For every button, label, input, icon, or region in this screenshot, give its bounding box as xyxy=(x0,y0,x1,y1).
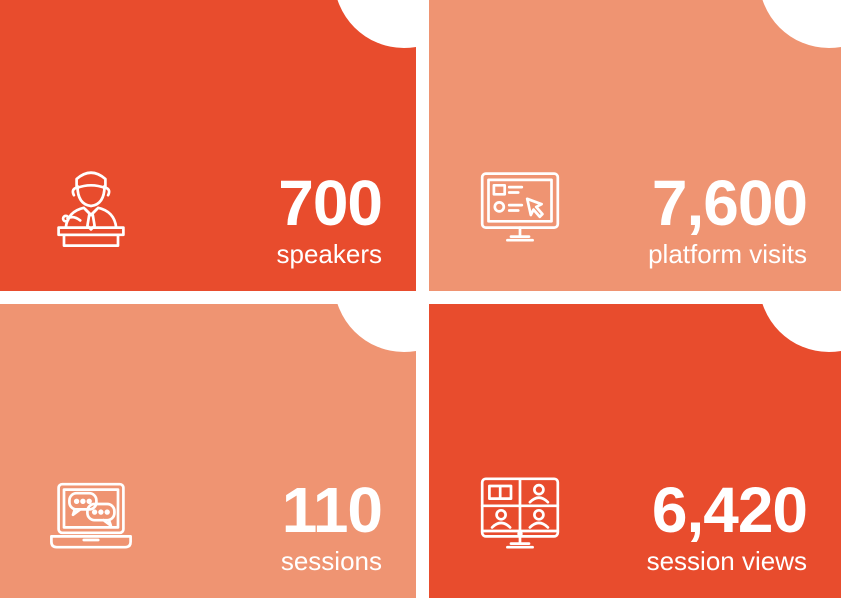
video-conference-icon xyxy=(475,468,565,558)
corner-notch xyxy=(334,304,416,352)
stat-block: 7,600 platform visits xyxy=(648,167,808,269)
corner-notch xyxy=(759,0,841,48)
corner-notch xyxy=(334,0,416,48)
stat-label: sessions xyxy=(280,546,382,576)
speaker-at-podium-icon xyxy=(46,161,136,251)
stat-tile-session-views: 6,420 session views xyxy=(429,304,841,598)
stat-tile-sessions: 110 sessions xyxy=(0,304,416,598)
laptop-chat-icon xyxy=(46,468,136,558)
stat-number: 700 xyxy=(278,167,383,239)
corner-notch xyxy=(759,304,841,352)
stat-block: 700 speakers xyxy=(277,171,383,269)
stat-label: speakers xyxy=(276,239,383,269)
stat-tile-platform-visits: 7,600 platform visits xyxy=(429,0,841,291)
stat-block: 110 sessions xyxy=(280,474,383,576)
stat-number: 7,600 xyxy=(651,167,808,239)
stat-block: 6,420 session views xyxy=(646,474,808,576)
monitor-dashboard-icon xyxy=(475,161,565,251)
stat-number: 110 xyxy=(281,474,383,546)
stat-label: session views xyxy=(646,546,807,576)
stat-number: 6,420 xyxy=(651,474,808,546)
stat-label: platform visits xyxy=(648,239,807,269)
stat-tile-speakers: 700 speakers xyxy=(0,0,416,291)
